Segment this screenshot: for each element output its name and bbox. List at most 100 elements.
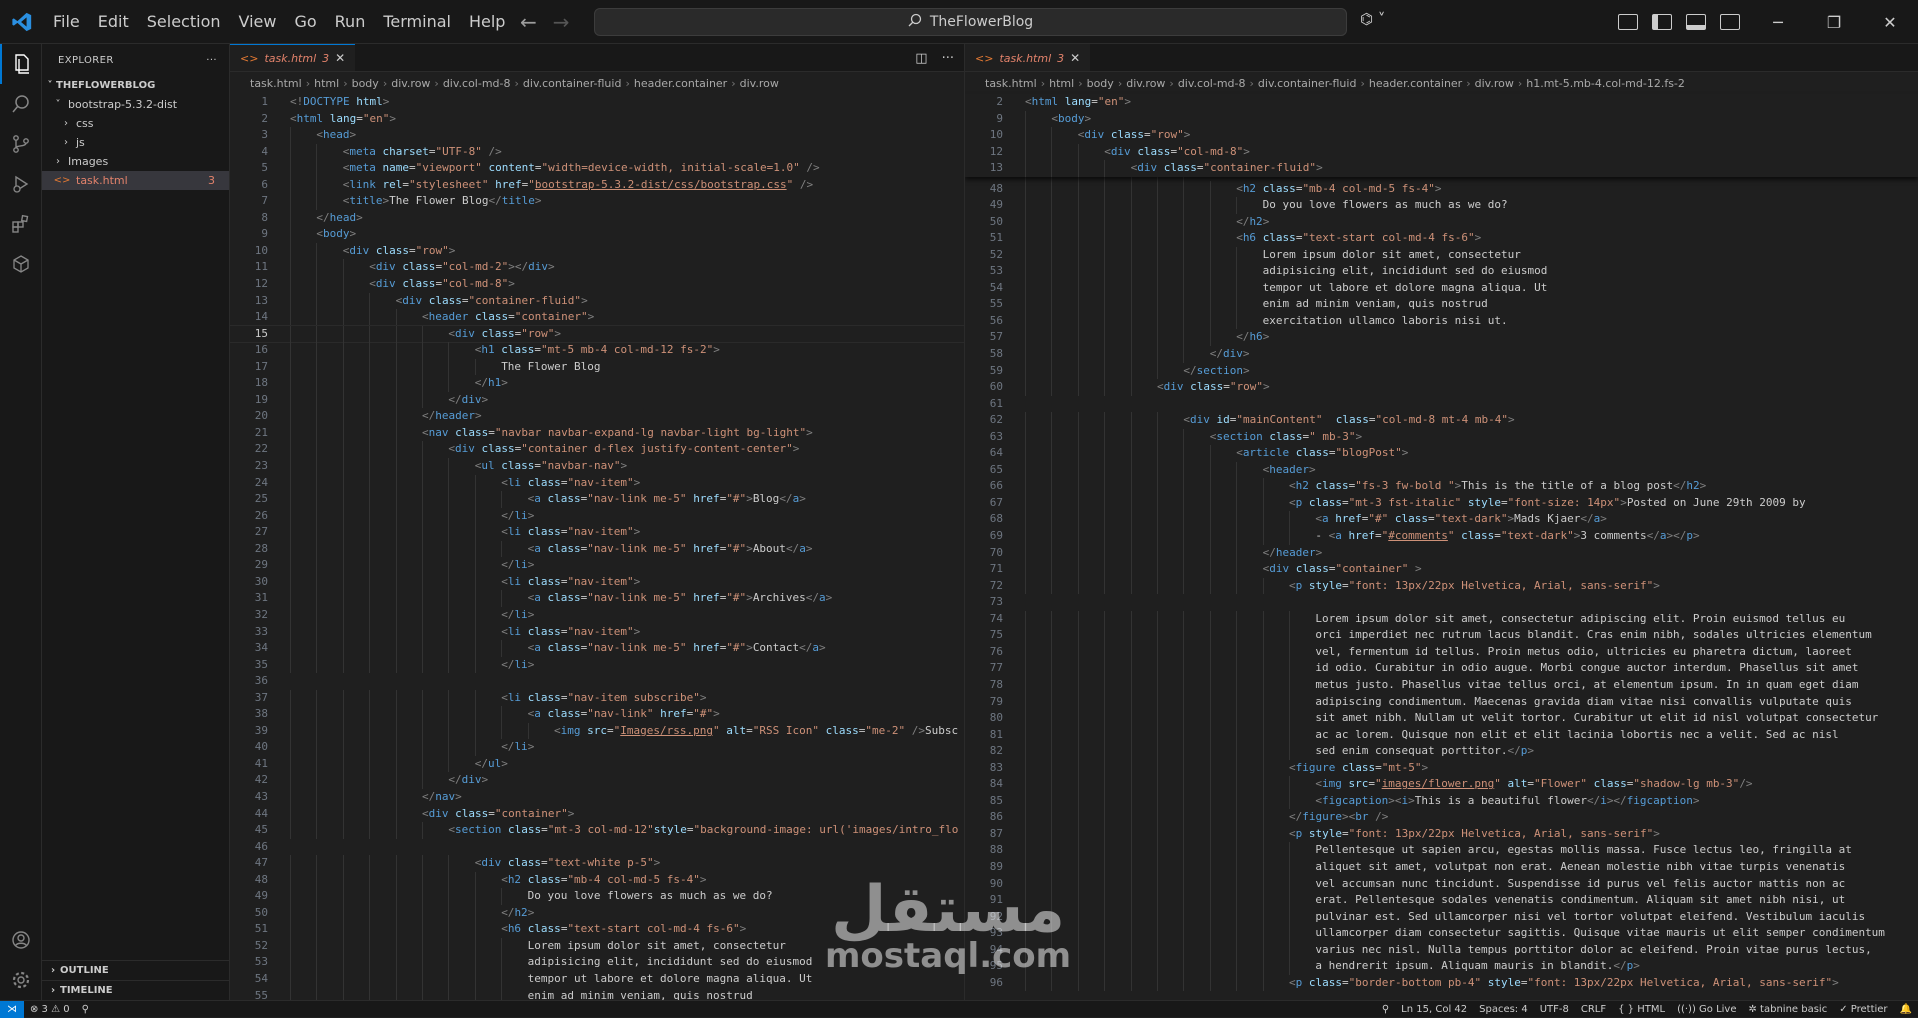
- code-line[interactable]: 2 <html lang="en">: [965, 94, 1918, 111]
- code-line[interactable]: 57 </h6>: [965, 329, 1918, 347]
- code-line[interactable]: 55 enim ad minim veniam, quis nostrud: [230, 987, 964, 1000]
- code-line[interactable]: 61: [965, 396, 1918, 413]
- code-line[interactable]: 76 vel, fermentum id tellus. Proin metus …: [965, 643, 1918, 661]
- code-line[interactable]: 82 sed enim consequat porttitor.</p>: [965, 743, 1918, 760]
- code-line[interactable]: 54 tempor ut labore et dolore magna aliqu…: [965, 279, 1918, 297]
- code-line[interactable]: 36: [230, 673, 964, 690]
- code-line[interactable]: 17 The Flower Blog: [230, 358, 964, 376]
- code-line[interactable]: 37 <li class="nav-item subscribe">: [230, 689, 964, 707]
- breadcrumb-item[interactable]: div.row: [391, 77, 430, 90]
- code-line[interactable]: 53 adipisicing elit, incididunt sed do ei…: [230, 954, 964, 971]
- breadcrumb-item[interactable]: div.container-fluid: [1258, 77, 1357, 90]
- code-line[interactable]: 9 <body>: [230, 226, 964, 243]
- code-line[interactable]: 48 <h2 class="mb-4 col-md-5 fs-4">: [230, 871, 964, 889]
- split-editor-icon[interactable]: ◫: [915, 51, 927, 66]
- code-line[interactable]: 50 </h2>: [230, 904, 964, 922]
- problems-status[interactable]: ⊗ 3 ⚠ 0: [24, 1004, 76, 1015]
- code-line[interactable]: 12 <div class="col-md-8">: [230, 276, 964, 293]
- code-line[interactable]: 69 - <a href="#comments" class="text-dark…: [965, 528, 1918, 545]
- code-line[interactable]: 27 <li class="nav-item">: [230, 524, 964, 541]
- code-line[interactable]: 84 <img src="images/flower.png" alt="Flow…: [965, 776, 1918, 793]
- code-line[interactable]: 51 <h6 class="text-start col-md-4 fs-6">: [230, 921, 964, 938]
- breadcrumb-item[interactable]: div.col-md-8: [1178, 77, 1246, 90]
- extensions-icon[interactable]: [0, 204, 42, 244]
- menu-help[interactable]: Help: [460, 0, 514, 44]
- tabnine-status[interactable]: ✲ tabnine basic: [1743, 1004, 1834, 1015]
- code-line[interactable]: 22 <div class="container d-flex justify-c…: [230, 441, 964, 459]
- code-line[interactable]: 79 adipiscing condimentum. Maecenas gravi…: [965, 693, 1918, 711]
- breadcrumb-item[interactable]: body: [1087, 77, 1114, 90]
- code-line[interactable]: 59 </section>: [965, 362, 1918, 380]
- code-line[interactable]: 85 <figcaption><i>This is a beautiful flo…: [965, 792, 1918, 810]
- toggle-panel-icon[interactable]: [1686, 14, 1706, 30]
- code-line[interactable]: 23 <ul class="navbar-nav">: [230, 458, 964, 475]
- code-line[interactable]: 90 vel accumsan nunc tincidunt. Suspendis…: [965, 875, 1918, 893]
- code-line[interactable]: 71 <div class="container" >: [965, 561, 1918, 578]
- code-line[interactable]: 88 Pellentesque ut sapien arcu, egestas m…: [965, 842, 1918, 859]
- prettier-status[interactable]: ✓ Prettier: [1833, 1004, 1893, 1015]
- code-line[interactable]: 95 a hendrerit ipsum. Aliquam mauris in b…: [965, 958, 1918, 975]
- code-line[interactable]: 72 <p style="font: 13px/22px Helvetica, A…: [965, 577, 1918, 595]
- code-line[interactable]: 26 </li>: [230, 507, 964, 525]
- breadcrumb-item[interactable]: div.row: [1475, 77, 1514, 90]
- breadcrumb-item[interactable]: header.container: [1369, 77, 1462, 90]
- zoom-icon[interactable]: ⚲: [1376, 1004, 1395, 1015]
- menu-view[interactable]: View: [230, 0, 286, 44]
- code-line[interactable]: 64 <article class="blogPost">: [965, 445, 1918, 462]
- menu-edit[interactable]: Edit: [89, 0, 138, 44]
- menu-go[interactable]: Go: [285, 0, 325, 44]
- indentation-status[interactable]: Spaces: 4: [1473, 1004, 1534, 1015]
- code-line[interactable]: 18 </h1>: [230, 375, 964, 392]
- code-line[interactable]: 43 </nav>: [230, 788, 964, 806]
- code-line[interactable]: 94 varius nec nisl. Nulla tempus porttito…: [965, 941, 1918, 959]
- more-actions-icon[interactable]: ···: [942, 51, 954, 66]
- code-line[interactable]: 63 <section class=" mb-3">: [965, 428, 1918, 446]
- breadcrumb-item[interactable]: div.col-md-8: [443, 77, 511, 90]
- code-line[interactable]: 34 <a class="nav-link me-5" href="#">Cont…: [230, 640, 964, 657]
- code-line[interactable]: 62 <div id="mainContent" class="col-md-8 …: [965, 412, 1918, 429]
- code-line[interactable]: 24 <li class="nav-item">: [230, 474, 964, 492]
- code-line[interactable]: 83 <figure class="mt-5">: [965, 759, 1918, 777]
- code-line[interactable]: 86 </figure><br />: [965, 809, 1918, 826]
- code-line[interactable]: 49 Do you love flowers as much as we do?: [965, 197, 1918, 214]
- code-line[interactable]: 39 <img src="Images/rss.png" alt="RSS Ico…: [230, 722, 964, 740]
- code-line[interactable]: 21 <nav class="navbar navbar-expand-lg na…: [230, 424, 964, 442]
- language-mode[interactable]: { } HTML: [1612, 1004, 1671, 1015]
- code-line[interactable]: 33 <li class="nav-item">: [230, 623, 964, 641]
- code-line[interactable]: 45 <section class="mt-3 col-md-12"style="…: [230, 822, 964, 839]
- code-editor-left[interactable]: 1 <!DOCTYPE html> 2 <html lang="en"> 3 <head>…: [230, 94, 964, 1000]
- code-line[interactable]: 96 <p class="border-bottom pb-4" style="f…: [965, 974, 1918, 992]
- workspace-root[interactable]: ˅ THEFLOWERBLOG: [42, 76, 229, 95]
- code-line[interactable]: 25 <a class="nav-link me-5" href="#">Blog…: [230, 491, 964, 508]
- code-line[interactable]: 38 <a class="nav-link" href="#">: [230, 706, 964, 723]
- timeline-section[interactable]: › TIMELINE: [42, 980, 229, 1000]
- code-line[interactable]: 77 id odio. Curabitur in odio augue. Morb…: [965, 660, 1918, 677]
- menu-run[interactable]: Run: [326, 0, 375, 44]
- breadcrumb-item[interactable]: div.row: [1126, 77, 1165, 90]
- code-line[interactable]: 8 </head>: [230, 209, 964, 227]
- breadcrumb-item[interactable]: html: [1049, 77, 1074, 90]
- code-line[interactable]: 49 Do you love flowers as much as we do?: [230, 888, 964, 905]
- notifications-bell-icon[interactable]: 🔔: [1894, 1004, 1918, 1015]
- copilot-icon[interactable]: ⌬ ˅: [1360, 10, 1385, 28]
- code-line[interactable]: 2 <html lang="en">: [230, 111, 964, 128]
- toggle-primary-sidebar-icon[interactable]: [1652, 14, 1672, 30]
- code-line[interactable]: 60 <div class="row">: [965, 379, 1918, 396]
- sticky-scroll-header[interactable]: 2 <html lang="en"> 9 <body> 10 <div class="ro…: [965, 94, 1918, 177]
- code-line[interactable]: 6 <link rel="stylesheet" href="bootstrap-…: [230, 176, 964, 194]
- breadcrumb-item[interactable]: h1.mt-5.mb-4.col-md-12.fs-2: [1526, 77, 1685, 90]
- code-line[interactable]: 56 exercitation ullamco laboris nisi ut.: [965, 312, 1918, 330]
- code-editor-right[interactable]: 47<div class="text-white p-5">48<h2 clas…: [965, 164, 1918, 992]
- search-icon[interactable]: [0, 84, 42, 124]
- code-line[interactable]: 55 enim ad minim veniam, quis nostrud: [965, 296, 1918, 313]
- code-line[interactable]: 44 <div class="container">: [230, 805, 964, 823]
- go-live-button[interactable]: ((·)) Go Live: [1671, 1004, 1742, 1015]
- breadcrumb-item[interactable]: header.container: [634, 77, 727, 90]
- code-line[interactable]: 87 <p style="font: 13px/22px Helvetica, A…: [965, 825, 1918, 843]
- breadcrumb-item[interactable]: div.row: [740, 77, 779, 90]
- account-icon[interactable]: [0, 920, 42, 960]
- code-line[interactable]: 1 <!DOCTYPE html>: [230, 94, 964, 111]
- menu-file[interactable]: File: [44, 0, 89, 44]
- close-icon[interactable]: ✕: [1862, 0, 1918, 44]
- toggle-secondary-sidebar-icon[interactable]: [1720, 14, 1740, 30]
